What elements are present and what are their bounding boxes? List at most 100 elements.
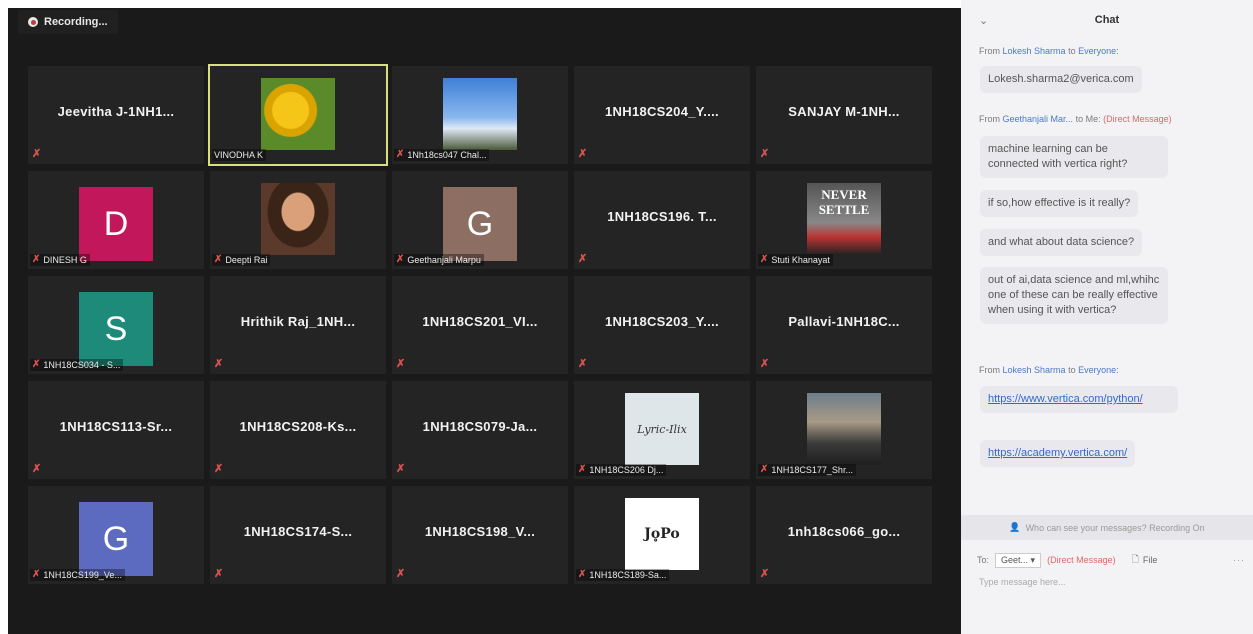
mic-muted-icon: ✗ bbox=[32, 463, 42, 475]
sender-name[interactable]: Lokesh Sharma bbox=[1003, 46, 1066, 56]
participant-tile[interactable]: ✗ 1Nh18cs047 Chal... bbox=[392, 66, 568, 164]
file-button[interactable]: 🗋 File bbox=[1132, 552, 1158, 568]
participant-tile[interactable]: Jeevitha J-1NH1... ✗ bbox=[28, 66, 204, 164]
participant-tile[interactable]: D ✗ DINESH G bbox=[28, 171, 204, 269]
participant-name: 1NH18CS174-S... bbox=[243, 524, 353, 539]
participant-tile[interactable]: 1NH18CS201_VI... ✗ bbox=[392, 276, 568, 374]
participant-tile[interactable]: G ✗ Geethanjali Marpu bbox=[392, 171, 568, 269]
avatar: G bbox=[443, 187, 517, 261]
file-icon: 🗋 bbox=[1131, 554, 1139, 564]
chat-message: https://academy.vertica.com/ bbox=[980, 440, 1136, 467]
participant-label: VINODHA K bbox=[212, 149, 267, 161]
mic-muted-icon: ✗ bbox=[396, 568, 406, 580]
more-options-button[interactable]: ··· bbox=[1233, 555, 1245, 565]
participant-tile[interactable]: ✗ Deepti Rai bbox=[210, 171, 386, 269]
mic-muted-icon: ✗ bbox=[396, 254, 405, 265]
participant-tile[interactable]: 1NH18CS174-S... ✗ bbox=[210, 486, 386, 584]
participant-name: 1NH18CS196. T... bbox=[607, 209, 717, 224]
participant-photo bbox=[261, 78, 335, 150]
participant-tile[interactable]: 1NH18CS203_Y.... ✗ bbox=[574, 276, 750, 374]
participant-tile[interactable]: SANJAY M-1NH... ✗ bbox=[756, 66, 932, 164]
chat-message: if so,how effective is it really? bbox=[980, 190, 1139, 217]
participant-photo bbox=[443, 78, 517, 150]
mic-muted-icon: ✗ bbox=[32, 148, 42, 160]
message-input[interactable] bbox=[977, 576, 1241, 588]
participant-photo: Lyric-Ilix bbox=[625, 393, 699, 465]
participant-label: ✗ DINESH G bbox=[30, 254, 90, 266]
visibility-notice[interactable]: 👤 Who can see your messages? Recording O… bbox=[961, 515, 1253, 540]
participant-name: 1NH18CS113-Sr... bbox=[59, 419, 173, 434]
participant-tile[interactable]: 1NH18CS196. T... ✗ bbox=[574, 171, 750, 269]
mic-muted-icon: ✗ bbox=[396, 149, 405, 160]
recording-indicator[interactable]: Recording... bbox=[18, 10, 118, 34]
participant-name: 1NH18CS204_Y.... bbox=[605, 104, 719, 119]
participant-tile[interactable]: 1NH18CS198_V... ✗ bbox=[392, 486, 568, 584]
chat-header: ⌄ Chat bbox=[961, 0, 1253, 40]
participant-label: ✗ 1NH18CS206 Dj... bbox=[576, 464, 667, 476]
participant-name: 1NH18CS177_Shr... bbox=[771, 465, 853, 475]
participant-tile[interactable]: S ✗ 1NH18CS034 - S... bbox=[28, 276, 204, 374]
participant-name: 1Nh18cs047 Chal... bbox=[407, 150, 487, 160]
mic-muted-icon: ✗ bbox=[32, 569, 41, 580]
mic-muted-icon: ✗ bbox=[32, 359, 41, 370]
video-gallery: Recording... Jeevitha J-1NH1... ✗ VINODHA … bbox=[8, 8, 961, 634]
caret-down-icon: ▾ bbox=[1030, 554, 1036, 565]
participant-name: 1NH18CS189-Sa... bbox=[589, 570, 667, 580]
participant-name: Deepti Rai bbox=[225, 255, 268, 265]
mic-muted-icon: ✗ bbox=[214, 463, 224, 475]
participant-label: ✗ 1NH18CS189-Sa... bbox=[576, 569, 670, 581]
mic-muted-icon: ✗ bbox=[578, 569, 587, 580]
mic-muted-icon: ✗ bbox=[760, 464, 769, 475]
to-label: To: bbox=[977, 555, 990, 565]
participant-tile[interactable]: Lyric-Ilix ✗ 1NH18CS206 Dj... bbox=[574, 381, 750, 479]
chat-message: https://www.vertica.com/python/ bbox=[980, 386, 1178, 413]
participant-tile[interactable]: G ✗ 1NH18CS199_Ve... bbox=[28, 486, 204, 584]
participant-label: ✗ 1NH18CS199_Ve... bbox=[30, 569, 125, 581]
participant-tile[interactable]: 1NH18CS113-Sr... ✗ bbox=[28, 381, 204, 479]
mic-muted-icon: ✗ bbox=[578, 253, 588, 265]
participant-name: 1NH18CS034 - S... bbox=[43, 360, 121, 370]
message-header: From Lokesh Sharma to Everyone: bbox=[979, 46, 1119, 56]
participant-label: ✗ 1NH18CS177_Shr... bbox=[758, 464, 856, 476]
participant-label: ✗ Geethanjali Marpu bbox=[394, 254, 484, 266]
chat-link[interactable]: https://academy.vertica.com/ bbox=[988, 447, 1127, 459]
mic-muted-icon: ✗ bbox=[214, 254, 223, 265]
record-icon bbox=[28, 17, 38, 27]
recipient-dropdown[interactable]: Geet... ▾ bbox=[995, 552, 1042, 568]
participant-label: ✗ Stuti Khanayat bbox=[758, 254, 833, 266]
participant-tile[interactable]: ✗ 1NH18CS177_Shr... bbox=[756, 381, 932, 479]
participant-name: 1NH18CS199_Ve... bbox=[43, 570, 122, 580]
participant-tile[interactable]: 1NH18CS204_Y.... ✗ bbox=[574, 66, 750, 164]
message-header: From Lokesh Sharma to Everyone: bbox=[979, 365, 1119, 375]
mic-muted-icon: ✗ bbox=[32, 254, 41, 265]
participant-name: VINODHA K bbox=[214, 150, 264, 160]
mic-muted-icon: ✗ bbox=[578, 464, 587, 475]
avatar: S bbox=[79, 292, 153, 366]
participant-tile[interactable]: Jo̥Po ✗ 1NH18CS189-Sa... bbox=[574, 486, 750, 584]
sender-name[interactable]: Geethanjali Mar... bbox=[1003, 114, 1074, 124]
participant-tile[interactable]: Pallavi-1NH18C... ✗ bbox=[756, 276, 932, 374]
mic-muted-icon: ✗ bbox=[396, 463, 406, 475]
participant-tile[interactable]: VINODHA K bbox=[208, 64, 388, 166]
chat-message: machine learning can be connected with v… bbox=[980, 136, 1168, 178]
mic-muted-icon: ✗ bbox=[760, 358, 770, 370]
participant-name: SANJAY M-1NH... bbox=[788, 104, 900, 119]
participant-tile[interactable]: NEVER SETTLE ✗ Stuti Khanayat bbox=[756, 171, 932, 269]
chevron-down-icon[interactable]: ⌄ bbox=[979, 14, 988, 27]
participant-tile[interactable]: 1NH18CS079-Ja... ✗ bbox=[392, 381, 568, 479]
participant-name: 1NH18CS198_V... bbox=[424, 524, 536, 539]
avatar: D bbox=[79, 187, 153, 261]
participant-tile[interactable]: 1NH18CS208-Ks... ✗ bbox=[210, 381, 386, 479]
participant-name: Stuti Khanayat bbox=[771, 255, 830, 265]
participant-label: ✗ 1NH18CS034 - S... bbox=[30, 359, 124, 371]
participant-photo: Jo̥Po bbox=[625, 498, 699, 570]
chat-link[interactable]: https://www.vertica.com/python/ bbox=[988, 393, 1143, 405]
participant-tile[interactable]: Hrithik Raj_1NH... ✗ bbox=[210, 276, 386, 374]
participant-label: ✗ Deepti Rai bbox=[212, 254, 271, 266]
mic-muted-icon: ✗ bbox=[578, 148, 588, 160]
participant-label: ✗ 1Nh18cs047 Chal... bbox=[394, 149, 490, 161]
recording-label: Recording... bbox=[44, 16, 108, 28]
sender-name[interactable]: Lokesh Sharma bbox=[1003, 365, 1066, 375]
mic-muted-icon: ✗ bbox=[760, 148, 770, 160]
participant-tile[interactable]: 1nh18cs066_go... ✗ bbox=[756, 486, 932, 584]
